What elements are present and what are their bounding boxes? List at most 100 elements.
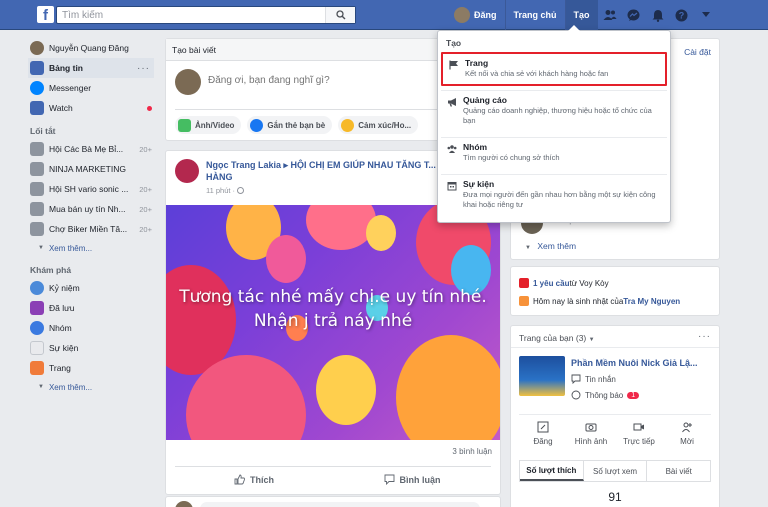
svg-text:?: ? xyxy=(679,10,685,20)
messenger-icon xyxy=(30,81,44,95)
menu-item-create-ad[interactable]: Quảng cáo Quảng cáo doanh nghiệp, thương… xyxy=(441,90,667,136)
menu-item-title: Trang xyxy=(465,58,489,68)
avatar xyxy=(175,501,193,507)
unread-dot xyxy=(147,105,152,111)
left-sidebar: Nguyễn Quang Đăng Bảng tin ··· Messenger… xyxy=(28,38,158,396)
comment-input[interactable] xyxy=(200,502,480,507)
tab-views[interactable]: Số lượt xem xyxy=(584,461,648,481)
sidebar-item-watch[interactable]: Watch xyxy=(30,98,158,118)
page-notifications-link[interactable]: Thông báo 1 xyxy=(571,390,640,400)
sidebar-item-shortcut[interactable]: NINJA MARKETING xyxy=(30,159,158,179)
flag-icon xyxy=(30,361,44,375)
group-icon xyxy=(30,142,44,156)
page-photo-button[interactable]: Hình ảnh xyxy=(567,421,615,446)
group-icon xyxy=(30,222,44,236)
feeling-activity-button[interactable]: Cảm xúc/Ho... xyxy=(338,116,419,134)
like-button[interactable]: Thích xyxy=(175,467,333,492)
sidebar-item-memories[interactable]: Kỷ niệm xyxy=(30,278,158,298)
camera-icon xyxy=(585,423,597,432)
balloon xyxy=(366,215,396,251)
search-input[interactable] xyxy=(57,7,317,23)
sidebar-item-events[interactable]: Sự kiện xyxy=(30,338,158,358)
settings-link[interactable]: Cài đặt xyxy=(684,47,711,57)
sidebar-item-label: Nhóm xyxy=(49,323,72,333)
friend-requests-icon[interactable] xyxy=(598,0,622,30)
see-more-shortcuts-link[interactable]: ▼ Xem thêm... xyxy=(30,239,158,257)
sidebar-item-newsfeed[interactable]: Bảng tin ··· xyxy=(28,58,154,78)
likes-count: 91 xyxy=(608,490,622,504)
menu-item-create-group[interactable]: Nhóm Tìm người có chung sở thích xyxy=(441,137,667,173)
sidebar-item-groups[interactable]: Nhóm xyxy=(30,318,158,338)
friend-request-from: từ Voy Kòy xyxy=(569,278,609,288)
sidebar-item-label: Mua bán uy tín Nh... xyxy=(49,204,126,214)
like-label: Thích xyxy=(250,474,274,485)
help-icon[interactable]: ? xyxy=(670,0,694,30)
page-live-button[interactable]: Trực tiếp xyxy=(615,421,663,446)
see-more-label: Xem thêm xyxy=(537,241,577,251)
group-icon xyxy=(30,182,44,196)
your-pages-title: Trang của bạn (3) xyxy=(519,333,587,343)
more-options-icon[interactable]: ··· xyxy=(698,331,711,342)
friend-request-icon xyxy=(519,278,529,288)
tag-friends-icon xyxy=(250,118,264,132)
sidebar-item-messenger[interactable]: Messenger xyxy=(30,78,158,98)
message-icon xyxy=(571,374,581,384)
friend-request-row[interactable]: 1 yêu cầu từ Voy Kòy xyxy=(519,278,609,288)
nav-profile-link[interactable]: Đăng xyxy=(452,0,505,30)
comment-button[interactable]: Bình luận xyxy=(333,467,491,492)
sidebar-item-shortcut[interactable]: Mua bán uy tín Nh... 20+ xyxy=(30,199,158,219)
notifications-bell-icon[interactable] xyxy=(646,0,670,30)
sidebar-item-shortcut[interactable]: Hội Các Bà Mẹ Bỉ... 20+ xyxy=(30,139,158,159)
tab-posts[interactable]: Bài viết xyxy=(647,461,710,481)
sidebar-item-label: Sự kiện xyxy=(49,343,79,353)
balloon xyxy=(266,235,306,283)
balloon xyxy=(396,335,500,440)
see-more-explore-link[interactable]: ▼ Xem thêm... xyxy=(30,378,158,396)
page-post-button[interactable]: Đăng xyxy=(519,421,567,446)
sidebar-item-pages[interactable]: Trang xyxy=(30,358,158,378)
post-timestamp[interactable]: 11 phút · xyxy=(206,186,245,195)
more-options-icon[interactable]: ··· xyxy=(137,63,150,74)
avatar xyxy=(30,41,44,55)
menu-item-create-page[interactable]: Trang Kết nối và chia sẻ với khách hàng … xyxy=(441,52,667,86)
comment-count-link[interactable]: 3 bình luận xyxy=(452,447,492,456)
group-icon xyxy=(447,145,457,153)
sidebar-item-shortcut[interactable]: Chợ Biker Miền Tâ... 20+ xyxy=(30,219,158,239)
sidebar-item-saved[interactable]: Đã lưu xyxy=(30,298,158,318)
photo-icon xyxy=(178,118,191,132)
search-button[interactable] xyxy=(325,7,355,23)
tag-friends-button[interactable]: Gắn thẻ bạn bè xyxy=(247,116,333,134)
sidebar-item-label: Hội SH vario sonic ... xyxy=(49,184,129,194)
friend-request-count: 1 yêu cầu xyxy=(533,278,570,288)
post-image[interactable]: Tương tác nhé mấy chị.e uy tín nhé. Nhận… xyxy=(166,205,500,440)
account-menu-chevron-down-icon[interactable] xyxy=(694,0,718,30)
divider xyxy=(511,347,719,348)
page-invite-button[interactable]: Mời xyxy=(663,421,711,446)
your-pages-heading[interactable]: Trang của bạn (3) ▼ xyxy=(519,333,595,343)
sidebar-item-profile[interactable]: Nguyễn Quang Đăng xyxy=(30,38,158,58)
see-more-stories-link[interactable]: ▼ Xem thêm xyxy=(525,241,576,251)
page-notifications-label: Thông báo xyxy=(585,390,624,400)
nav-user-name: Đăng xyxy=(474,10,497,20)
chevron-down-icon: ▼ xyxy=(38,245,44,251)
globe-icon xyxy=(571,390,581,400)
groups-icon xyxy=(30,321,44,335)
avatar[interactable] xyxy=(175,159,199,183)
flag-icon xyxy=(449,60,458,70)
tab-likes[interactable]: Số lượt thích xyxy=(520,461,584,481)
sidebar-item-label: Đã lưu xyxy=(49,303,75,313)
birthday-row[interactable]: Hôm nay là sinh nhật của Tra My Nguyen xyxy=(519,296,680,306)
menu-item-create-event[interactable]: Sự kiện Đưa mọi người đến gần nhau hơn b… xyxy=(441,174,667,220)
birthday-prefix: Hôm nay là sinh nhật của xyxy=(533,296,624,306)
edit-icon xyxy=(537,421,549,433)
search-box[interactable] xyxy=(56,6,356,24)
page-name-link[interactable]: Phần Mềm Nuôi Nick Giả Lậ... xyxy=(571,358,698,368)
messenger-icon[interactable] xyxy=(622,0,646,30)
nav-home-link[interactable]: Trang chủ xyxy=(504,0,565,30)
photo-video-button[interactable]: Ảnh/Video xyxy=(175,116,242,134)
page-thumbnail[interactable] xyxy=(519,356,565,396)
avatar xyxy=(175,69,201,95)
page-messages-link[interactable]: Tin nhắn xyxy=(571,374,616,384)
facebook-logo-icon[interactable]: f xyxy=(37,6,54,24)
sidebar-item-shortcut[interactable]: Hội SH vario sonic ... 20+ xyxy=(30,179,158,199)
